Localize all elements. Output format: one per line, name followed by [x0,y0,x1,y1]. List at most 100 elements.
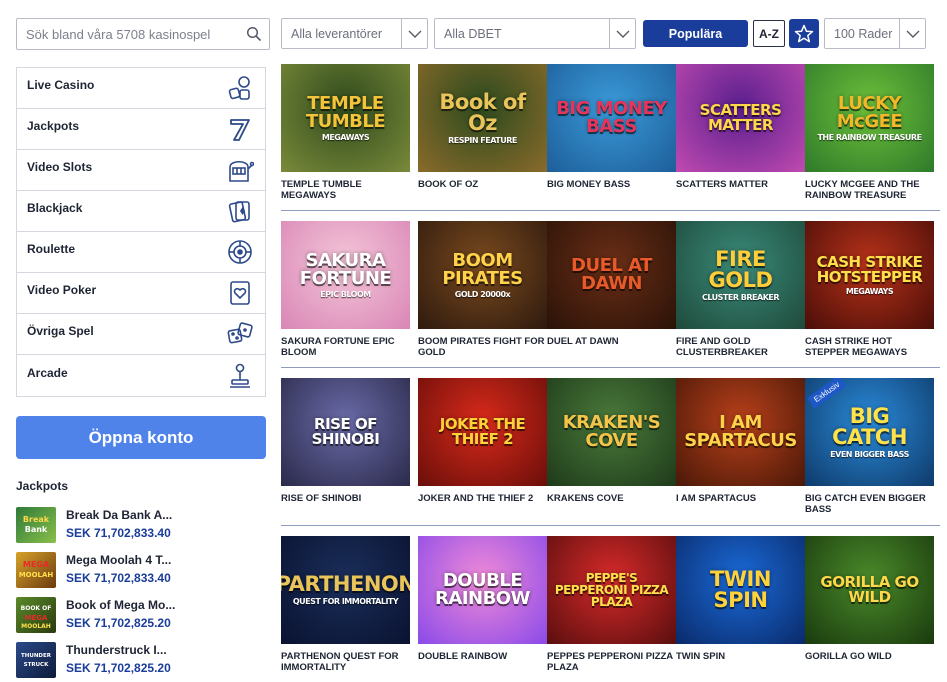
game-thumbnail[interactable]: LUCKY McGEE THE RAINBOW TREASURE [805,64,934,172]
game-thumbnail[interactable]: GORILLA GO WILD [805,536,934,644]
game-tile[interactable]: FIRE GOLD CLUSTER BREAKER FIRE AND GOLD CL… [676,221,805,358]
game-tile[interactable]: SAKURA FORTUNE EPIC BLOOM SAKURA FORTUNE E… [281,221,410,358]
search-input[interactable] [17,19,239,49]
game-thumbnail[interactable]: CASH STRIKE HOTSTEPPER MEGAWAYS [805,221,934,329]
game-logo: DOUBLE RAINBOW [418,572,547,608]
game-thumbnail[interactable]: Exklusiv BIG CATCH EVEN BIGGER BASS [805,378,934,486]
game-name[interactable]: TWIN SPIN [676,651,805,662]
game-tile[interactable]: SCATTERS MATTER SCATTERS MATTER [676,64,805,190]
game-thumbnail[interactable]: SCATTERS MATTER [676,64,805,172]
game-logo-subtitle: CLUSTER BREAKER [701,292,780,302]
game-thumbnail[interactable]: DUEL AT DAWN [547,221,676,329]
game-tile[interactable]: TEMPLE TUMBLE MEGAWAYS TEMPLE TUMBLE MEGAW… [281,64,410,201]
jackpot-thumbnail[interactable]: MEGA MOOLAH [16,552,56,588]
game-name[interactable]: BIG MONEY BASS [547,179,676,190]
game-name[interactable]: DUEL AT DAWN [547,336,676,347]
game-thumbnail[interactable]: PEPPE'S PEPPERONI PIZZA PLAZA [547,536,676,644]
game-tile[interactable]: DUEL AT DAWN DUEL AT DAWN [547,221,676,347]
category-roulette[interactable]: Roulette [17,232,265,273]
game-tile[interactable]: CASH STRIKE HOTSTEPPER MEGAWAYS CASH STRIK… [805,221,934,358]
category-video-poker[interactable]: Video Poker [17,273,265,314]
game-thumbnail[interactable]: RISE OF SHINOBI [281,378,410,486]
game-tile[interactable]: JOKER THE THIEF 2 JOKER AND THE THIEF 2 [418,378,547,504]
game-name[interactable]: KRAKENS COVE [547,493,676,504]
game-name[interactable]: I AM SPARTACUS [676,493,805,504]
jackpot-name[interactable]: Break Da Bank A... [66,508,172,522]
search-icon[interactable] [239,26,269,42]
provider-select[interactable]: Alla leverantörer [281,18,428,49]
game-tile[interactable]: TWIN SPIN TWIN SPIN [676,536,805,662]
game-name[interactable]: JOKER AND THE THIEF 2 [418,493,547,504]
game-name[interactable]: BOOM PIRATES FIGHT FOR GOLD [418,336,547,358]
game-name[interactable]: TEMPLE TUMBLE MEGAWAYS [281,179,410,201]
game-tile[interactable]: DOUBLE RAINBOW DOUBLE RAINBOW [418,536,547,662]
category-arcade[interactable]: Arcade [17,355,265,396]
game-tile[interactable]: BIG MONEY BASS BIG MONEY BASS [547,64,676,190]
az-sort-button[interactable]: A-Z [753,20,785,47]
game-name[interactable]: PEPPES PEPPERONI PIZZA PLAZA [547,651,676,673]
category-blackjack[interactable]: Blackjack [17,191,265,232]
game-logo: BIG MONEY BASS [547,100,676,136]
game-logo-title: BIG CATCH [832,403,907,449]
game-name[interactable]: PARTHENON QUEST FOR IMMORTALITY [281,651,410,673]
game-tile[interactable]: PARTHENON QUEST FOR IMMORTALITY PARTHENON … [281,536,410,673]
popular-sort-button[interactable]: Populära [643,20,748,47]
game-tile[interactable]: I AM SPARTACUS I AM SPARTACUS [676,378,805,504]
game-logo-subtitle: QUEST FOR IMMORTALITY [292,597,399,606]
jackpot-name[interactable]: Mega Moolah 4 T... [66,553,171,567]
category-video-slots[interactable]: Video Slots [17,150,265,191]
game-name[interactable]: BOOK OF OZ [418,179,547,190]
category-other-games[interactable]: Övriga Spel [17,314,265,355]
game-thumbnail[interactable]: FIRE GOLD CLUSTER BREAKER [676,221,805,329]
game-name[interactable]: SCATTERS MATTER [676,179,805,190]
game-name[interactable]: CASH STRIKE HOT STEPPER MEGAWAYS [805,336,934,358]
game-name[interactable]: BIG CATCH EVEN BIGGER BASS [805,493,934,515]
game-name[interactable]: RISE OF SHINOBI [281,493,410,504]
jackpot-item[interactable]: Break Bank Break Da Bank A... SEK 71,702,… [16,507,266,547]
category-jackpots[interactable]: Jackpots [17,109,265,150]
open-account-button[interactable]: Öppna konto [16,416,266,459]
jackpot-name[interactable]: Book of Mega Mo... [66,598,175,612]
game-thumbnail[interactable]: BOOM PIRATES GOLD 20000x [418,221,547,329]
jackpot-thumbnail[interactable]: BOOK OF MEGA MOOLAH [16,597,56,633]
game-name[interactable]: SAKURA FORTUNE EPIC BLOOM [281,336,410,358]
game-name[interactable]: DOUBLE RAINBOW [418,651,547,662]
game-thumbnail[interactable]: DOUBLE RAINBOW [418,536,547,644]
search-box[interactable] [16,18,270,50]
svg-text:STRUCK: STRUCK [24,662,49,668]
game-tile[interactable]: KRAKEN'S COVE KRAKENS COVE [547,378,676,504]
game-logo: SCATTERS MATTER [676,103,805,133]
game-tile[interactable]: Exklusiv BIG CATCH EVEN BIGGER BASS BIG CAT… [805,378,934,515]
game-thumbnail[interactable]: TWIN SPIN [676,536,805,644]
game-thumbnail[interactable]: JOKER THE THIEF 2 [418,378,547,486]
jackpot-thumbnail[interactable]: Break Bank [16,507,56,543]
game-tile[interactable]: LUCKY McGEE THE RAINBOW TREASURE LUCKY MCG… [805,64,934,201]
game-thumbnail[interactable]: SAKURA FORTUNE EPIC BLOOM [281,221,410,329]
game-thumbnail[interactable]: KRAKEN'S COVE [547,378,676,486]
game-tile[interactable]: RISE OF SHINOBI RISE OF SHINOBI [281,378,410,504]
rows-select[interactable]: 100 Rader [824,18,926,49]
jackpot-item[interactable]: BOOK OF MEGA MOOLAH Book of Mega Mo... SEK… [16,597,266,637]
game-tile[interactable]: GORILLA GO WILD GORILLA GO WILD [805,536,934,662]
category-live-casino[interactable]: Live Casino [17,68,265,109]
jackpot-item[interactable]: MEGA MOOLAH Mega Moolah 4 T... SEK 71,702… [16,552,266,592]
jackpot-name[interactable]: Thunderstruck I... [66,643,167,657]
game-name[interactable]: FIRE AND GOLD CLUSTERBREAKER [676,336,805,358]
game-thumbnail[interactable]: BIG MONEY BASS [547,64,676,172]
game-thumbnail[interactable]: I AM SPARTACUS [676,378,805,486]
game-logo-title: RISE OF SHINOBI [311,415,380,448]
game-tile[interactable]: PEPPE'S PEPPERONI PIZZA PLAZA PEPPES PEPP… [547,536,676,673]
game-thumbnail[interactable]: TEMPLE TUMBLE MEGAWAYS [281,64,410,172]
game-tile[interactable]: Book of Oz RESPIN FEATURE BOOK OF OZ [418,64,547,190]
game-thumbnail[interactable]: Book of Oz RESPIN FEATURE [418,64,547,172]
dbet-select[interactable]: Alla DBET [434,18,636,49]
svg-text:BOOK OF: BOOK OF [21,605,52,612]
game-name[interactable]: LUCKY MCGEE AND THE RAINBOW TREASURE [805,179,934,201]
game-tile[interactable]: BOOM PIRATES GOLD 20000x BOOM PIRATES FIGH… [418,221,547,358]
jackpot-thumbnail[interactable]: THUNDER STRUCK [16,642,56,678]
game-name[interactable]: GORILLA GO WILD [805,651,934,662]
jackpot-item[interactable]: THUNDER STRUCK Thunderstruck I... SEK 71,… [16,642,266,682]
game-thumbnail[interactable]: PARTHENON QUEST FOR IMMORTALITY [281,536,410,644]
game-logo-title: SAKURA FORTUNE [299,249,392,289]
favorites-button[interactable] [789,19,819,48]
